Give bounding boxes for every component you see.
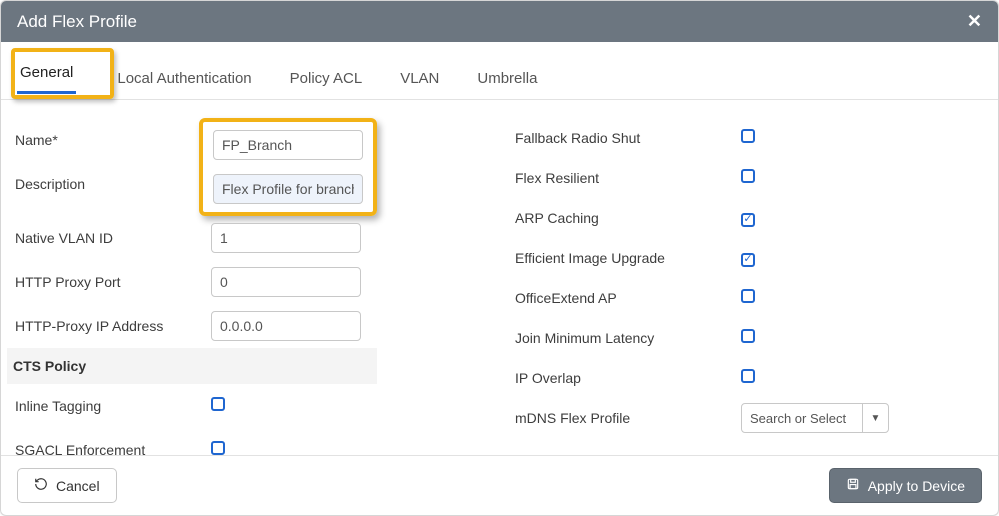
ip-overlap-checkbox[interactable] <box>741 369 755 383</box>
inline-tagging-checkbox[interactable] <box>211 397 225 411</box>
name-label: Name* <box>11 132 211 148</box>
http-proxy-port-input[interactable] <box>211 267 361 297</box>
mdns-placeholder: Search or Select <box>742 404 862 432</box>
apply-to-device-button[interactable]: Apply to Device <box>829 468 982 503</box>
right-column: Fallback Radio Shut Flex Resilient ARP C… <box>511 118 951 445</box>
description-input[interactable] <box>213 174 363 204</box>
cts-policy-header: CTS Policy <box>7 348 377 384</box>
apply-label: Apply to Device <box>868 478 965 494</box>
inline-tagging-label: Inline Tagging <box>11 398 211 414</box>
left-column: Name* Description Native VLAN ID HTTP Pr… <box>11 118 451 445</box>
http-proxy-ip-input[interactable] <box>211 311 361 341</box>
flex-resilient-checkbox[interactable] <box>741 169 755 183</box>
tab-general[interactable]: General <box>17 54 76 93</box>
http-proxy-ip-label: HTTP-Proxy IP Address <box>11 318 211 334</box>
native-vlan-label: Native VLAN ID <box>11 230 211 246</box>
description-label: Description <box>11 176 211 192</box>
native-vlan-input[interactable] <box>211 223 361 253</box>
cancel-label: Cancel <box>56 478 100 494</box>
cancel-button[interactable]: Cancel <box>17 468 117 503</box>
highlight-name-desc <box>199 118 377 216</box>
join-minimum-latency-label: Join Minimum Latency <box>511 330 741 346</box>
modal-header: Add Flex Profile ✕ <box>1 1 998 42</box>
efficient-image-upgrade-label: Efficient Image Upgrade <box>511 250 741 266</box>
arp-caching-checkbox[interactable] <box>741 213 755 227</box>
officeextend-ap-label: OfficeExtend AP <box>511 290 741 306</box>
tab-umbrella[interactable]: Umbrella <box>474 60 540 99</box>
http-proxy-port-label: HTTP Proxy Port <box>11 274 211 290</box>
fallback-radio-shut-checkbox[interactable] <box>741 129 755 143</box>
modal-body: Name* Description Native VLAN ID HTTP Pr… <box>1 100 998 455</box>
close-icon[interactable]: ✕ <box>967 11 982 32</box>
name-input[interactable] <box>213 130 363 160</box>
highlight-general-tab: General <box>11 48 114 99</box>
sgacl-enforcement-label: SGACL Enforcement <box>11 442 211 455</box>
join-minimum-latency-checkbox[interactable] <box>741 329 755 343</box>
tab-vlan[interactable]: VLAN <box>397 60 442 99</box>
mdns-flex-profile-label: mDNS Flex Profile <box>511 410 741 426</box>
arp-caching-label: ARP Caching <box>511 210 741 226</box>
modal-footer: Cancel Apply to Device <box>1 455 998 515</box>
flex-resilient-label: Flex Resilient <box>511 170 741 186</box>
save-icon <box>846 477 860 494</box>
modal-title: Add Flex Profile <box>17 12 137 32</box>
fallback-radio-shut-label: Fallback Radio Shut <box>511 130 741 146</box>
tab-bar: General Local Authentication Policy ACL … <box>1 42 998 100</box>
efficient-image-upgrade-checkbox[interactable] <box>741 253 755 267</box>
tab-local-authentication[interactable]: Local Authentication <box>114 60 254 99</box>
sgacl-enforcement-checkbox[interactable] <box>211 441 225 455</box>
undo-icon <box>34 477 48 494</box>
officeextend-ap-checkbox[interactable] <box>741 289 755 303</box>
add-flex-profile-modal: Add Flex Profile ✕ General Local Authent… <box>0 0 999 516</box>
chevron-down-icon[interactable]: ▼ <box>862 404 888 432</box>
mdns-flex-profile-select[interactable]: Search or Select ▼ <box>741 403 889 433</box>
tab-policy-acl[interactable]: Policy ACL <box>287 60 366 99</box>
ip-overlap-label: IP Overlap <box>511 370 741 386</box>
